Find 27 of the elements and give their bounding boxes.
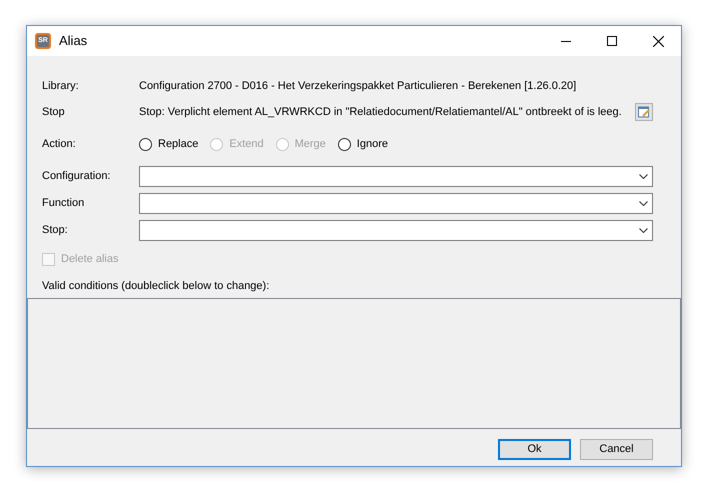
radio-button[interactable] bbox=[338, 138, 351, 150]
dropdown-field[interactable] bbox=[139, 193, 653, 214]
radio-label: Replace bbox=[158, 136, 198, 152]
cancel-button[interactable]: Cancel bbox=[580, 439, 653, 460]
chevron-down-icon bbox=[639, 228, 648, 233]
radio-label: Extend bbox=[229, 136, 264, 152]
section-label: Valid conditions (doubleclick below to change): bbox=[42, 279, 270, 294]
dropdown-field[interactable] bbox=[139, 166, 653, 187]
chevron-down-icon bbox=[639, 174, 648, 179]
radio-label: Ignore bbox=[356, 136, 388, 152]
field-label: Action: bbox=[42, 136, 77, 152]
field-value: Configuration 2700 - D016 - Het Verzekeringspakket Particulieren - Berekenen [1.26.0.20] bbox=[139, 78, 576, 94]
radio-label: Merge bbox=[294, 136, 326, 152]
radio-button[interactable] bbox=[139, 138, 152, 150]
edit-icon[interactable] bbox=[635, 103, 653, 121]
dropdown-field[interactable] bbox=[139, 220, 653, 241]
close-icon bbox=[652, 36, 664, 46]
chevron-down-icon bbox=[639, 201, 648, 206]
field-label: Configuration: bbox=[42, 169, 112, 184]
field-label: Library: bbox=[42, 78, 80, 94]
ok-button[interactable]: Ok bbox=[498, 439, 571, 460]
field-label: Stop bbox=[42, 104, 66, 120]
checkbox-label: Delete alias bbox=[61, 252, 118, 267]
window-title: Alias bbox=[59, 32, 88, 50]
field-label: Function bbox=[42, 196, 86, 212]
field-label: Stop: bbox=[42, 223, 69, 238]
field-value: Stop: Verplicht element AL_VRWRKCD in "Relatiedocument/Relatiemantel/AL" ontbreekt of is leeg. bbox=[139, 104, 622, 120]
